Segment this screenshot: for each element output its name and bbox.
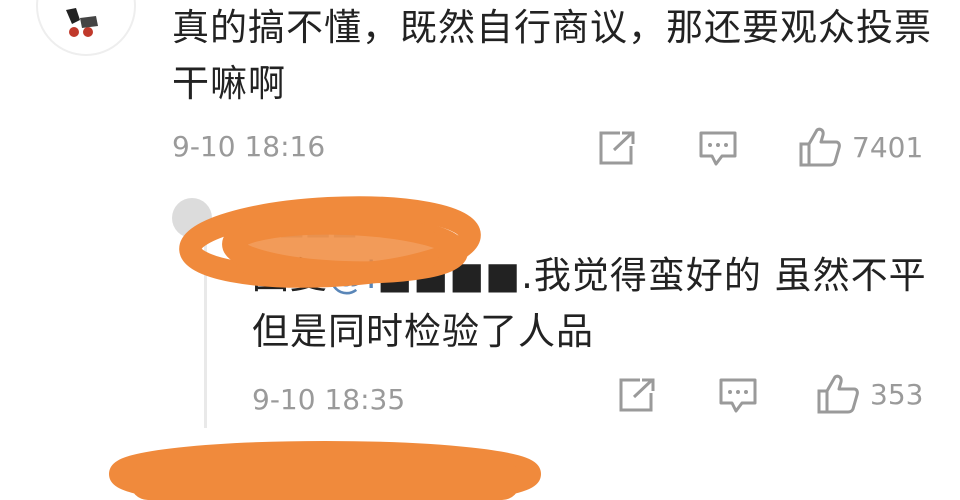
comment-button[interactable] (698, 130, 738, 168)
reply-share-button[interactable] (618, 377, 656, 413)
reply-comment-button[interactable] (718, 377, 758, 415)
thumbs-up-icon (799, 127, 841, 167)
reply-like-count: 353 (870, 377, 924, 411)
reply-prefix: 回复 (252, 254, 328, 297)
comment-thread: 真的搞不懂，既然自行商议，那还要观众投票干嘛啊 9-10 18:16 7401 … (0, 0, 960, 500)
avatar-image-icon (66, 8, 98, 37)
reply-timestamp: 9-10 18:35 (252, 383, 406, 416)
comment-timestamp: 9-10 18:16 (172, 130, 326, 163)
reply-text: 回复@l■■■■.我觉得蛮好的 虽然不平 但是同时检验了人品 (252, 254, 927, 353)
thumbs-up-icon (817, 374, 859, 414)
reply-like-button[interactable]: 353 (816, 373, 923, 415)
reply-mention[interactable]: @l (328, 254, 377, 297)
like-count: 7401 (852, 130, 924, 164)
like-button[interactable]: 7401 (798, 126, 923, 168)
comment-icon (719, 378, 757, 413)
avatar[interactable] (36, 0, 136, 56)
comment-text: 真的搞不懂，既然自行商议，那还要观众投票干嘛啊 (172, 6, 932, 105)
comment-icon (699, 131, 737, 166)
share-icon (599, 131, 635, 165)
share-icon (619, 378, 655, 412)
share-button[interactable] (598, 130, 636, 166)
reply-author-name[interactable]: ■■■■ (252, 208, 358, 241)
reply-avatar[interactable] (172, 198, 212, 238)
reply-thread-line (204, 218, 207, 428)
